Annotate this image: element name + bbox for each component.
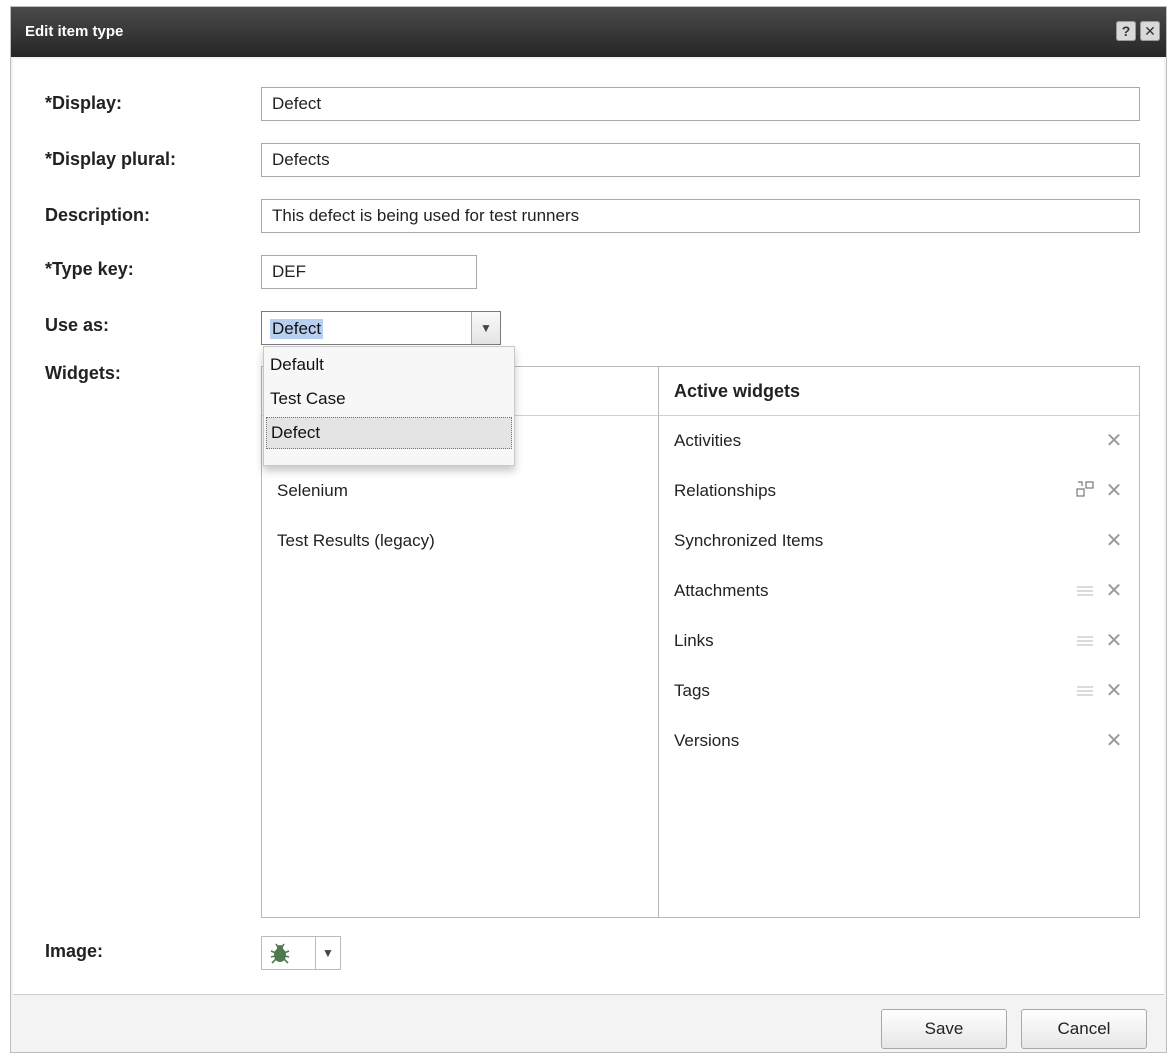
use-as-option-defect[interactable]: Defect	[266, 417, 512, 449]
use-as-option-default[interactable]: Default	[270, 355, 324, 375]
save-button[interactable]: Save	[881, 1009, 1007, 1049]
drag-handle-icon[interactable]	[1075, 634, 1095, 648]
use-as-dropdown-menu: Default Test Case Defect	[263, 346, 515, 466]
remove-widget-icon[interactable]: ✕	[1105, 681, 1123, 701]
remove-widget-icon[interactable]: ✕	[1105, 731, 1123, 751]
help-icon[interactable]: ?	[1116, 21, 1136, 41]
type-key-field[interactable]	[261, 255, 477, 289]
use-as-select[interactable]: Defect ▼	[261, 311, 501, 345]
remove-widget-icon[interactable]: ✕	[1105, 431, 1123, 451]
active-widget-synchronized-items[interactable]: Synchronized Items	[674, 531, 823, 551]
configure-widget-icon[interactable]	[1075, 479, 1095, 499]
remove-widget-icon[interactable]: ✕	[1105, 481, 1123, 501]
remove-widget-icon[interactable]: ✕	[1105, 581, 1123, 601]
active-widget-versions[interactable]: Versions	[674, 731, 739, 751]
drag-handle-icon[interactable]	[1075, 684, 1095, 698]
description-label: Description:	[45, 205, 151, 225]
remove-widget-icon[interactable]: ✕	[1105, 631, 1123, 651]
use-as-option-test-case[interactable]: Test Case	[270, 389, 346, 409]
edit-item-type-dialog: Edit item type ? ✕ *Display: *Display pl…	[10, 6, 1167, 1053]
drag-handle-icon[interactable]	[1075, 584, 1095, 598]
image-label: Image:	[45, 941, 104, 961]
cancel-button[interactable]: Cancel	[1021, 1009, 1147, 1049]
active-widget-relationships[interactable]: Relationships	[674, 481, 776, 501]
use-as-selected-value: Defect	[270, 319, 324, 339]
chevron-down-icon[interactable]: ▼	[315, 937, 340, 969]
dialog-title: Edit item type	[25, 23, 124, 40]
active-widgets-title: Active widgets	[674, 381, 801, 401]
widgets-label: Widgets:	[45, 363, 121, 383]
remove-widget-icon[interactable]: ✕	[1105, 531, 1123, 551]
available-widget-test-results[interactable]: Test Results (legacy)	[277, 531, 435, 551]
type-key-label: *Type key:	[45, 259, 134, 279]
display-plural-field[interactable]	[261, 143, 1140, 177]
active-widget-activities[interactable]: Activities	[674, 431, 741, 451]
use-as-label: Use as:	[45, 315, 110, 335]
close-icon[interactable]: ✕	[1140, 21, 1160, 41]
description-field[interactable]	[261, 199, 1140, 233]
chevron-down-icon[interactable]: ▼	[471, 312, 500, 344]
display-plural-label: *Display plural:	[45, 149, 177, 169]
active-widget-links[interactable]: Links	[674, 631, 714, 651]
active-widgets-list: Active widgets Activities ✕ Relationship…	[659, 367, 1139, 917]
available-widget-selenium[interactable]: Selenium	[277, 481, 348, 501]
dialog-body: *Display: *Display plural: Description: …	[13, 59, 1164, 995]
display-label: *Display:	[45, 93, 123, 113]
bug-icon	[270, 943, 290, 964]
active-widgets-header: Active widgets	[659, 367, 1139, 416]
dialog-titlebar: Edit item type ? ✕	[11, 7, 1166, 57]
image-select[interactable]: ▼	[261, 936, 341, 970]
active-widget-attachments[interactable]: Attachments	[674, 581, 769, 601]
active-widget-tags[interactable]: Tags	[674, 681, 710, 701]
display-field[interactable]	[261, 87, 1140, 121]
